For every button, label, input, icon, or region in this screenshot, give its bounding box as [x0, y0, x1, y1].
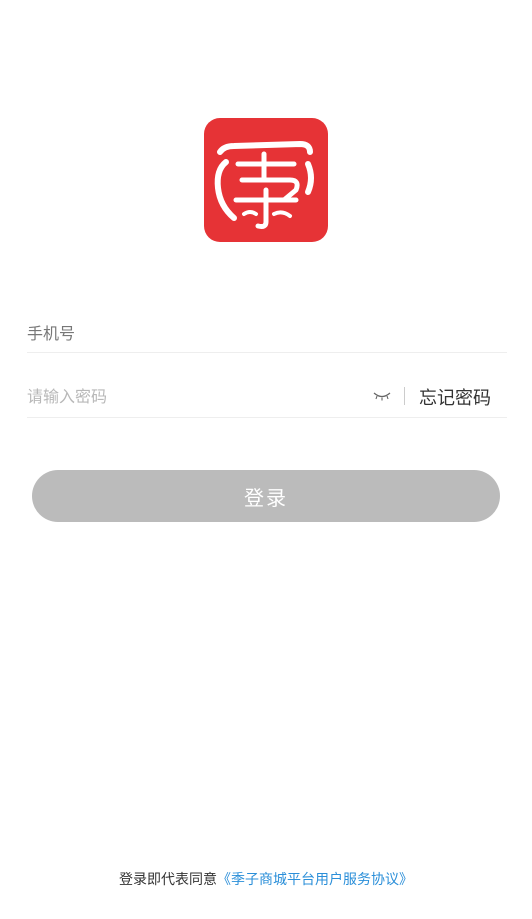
phone-field-row	[27, 290, 507, 364]
password-input[interactable]	[27, 365, 357, 427]
app-logo	[204, 118, 328, 242]
field-divider	[404, 387, 405, 405]
service-agreement-link[interactable]: 《季子商城平台用户服务协议》	[217, 872, 413, 888]
login-button[interactable]: 登录	[32, 470, 500, 522]
agreement-prefix: 登录即代表同意	[119, 872, 217, 888]
forgot-password-link[interactable]: 忘记密码	[419, 384, 491, 410]
eye-closed-icon[interactable]	[373, 387, 391, 401]
password-field-row: 忘记密码	[27, 355, 507, 427]
agreement-text: 登录即代表同意《季子商城平台用户服务协议》	[0, 869, 532, 889]
ji-zi-brand-logo-icon	[204, 118, 328, 242]
